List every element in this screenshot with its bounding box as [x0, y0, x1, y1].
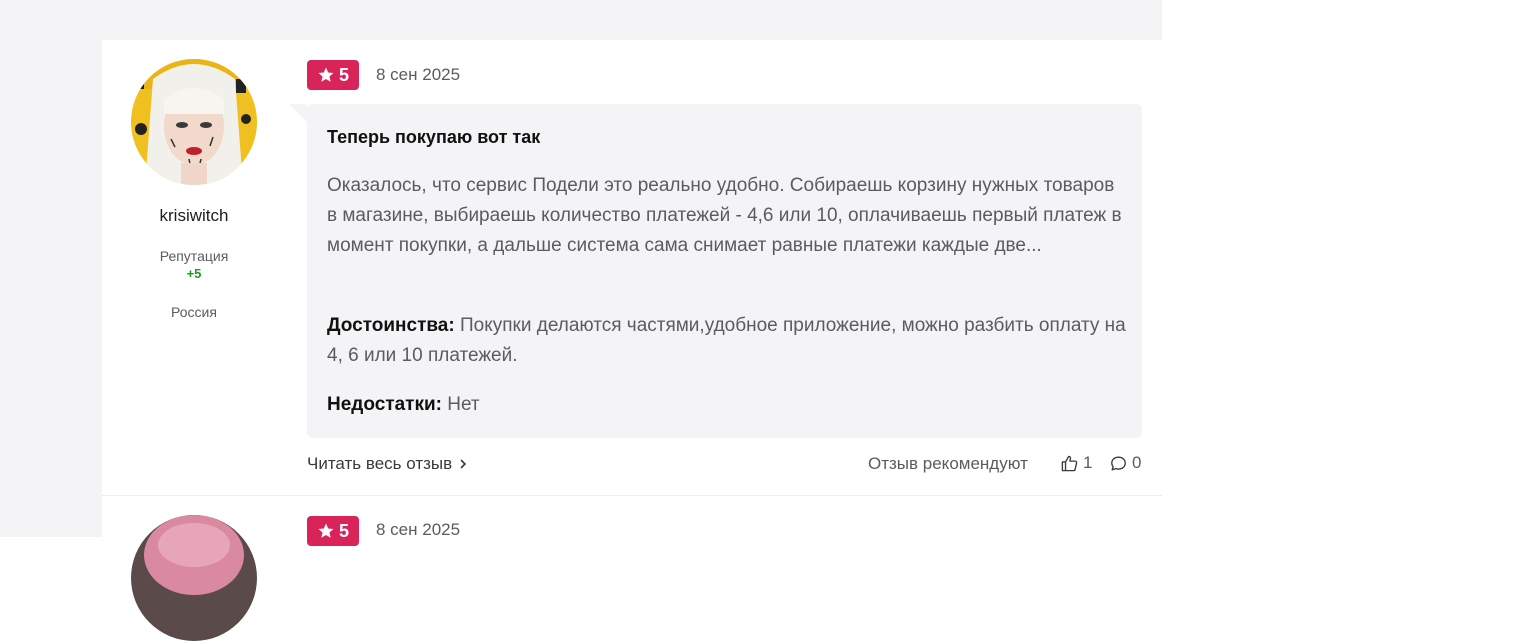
comments-button[interactable]: 0 [1109, 453, 1141, 473]
avatar[interactable] [131, 59, 257, 185]
rating-value: 5 [338, 64, 349, 85]
rating-badge: 5 [307, 60, 359, 90]
review-text: Оказалось, что сервис Подели это реально… [327, 175, 1122, 256]
author-name[interactable]: krisiwitch [102, 206, 286, 226]
review-date: 8 сен 2025 [376, 520, 461, 539]
review-title[interactable]: Теперь покупаю вот так [327, 127, 540, 148]
pros-label: Достоинства: [327, 315, 455, 336]
chevron-right-icon [460, 459, 467, 469]
avatar-image [131, 515, 257, 641]
bubble-tail [289, 104, 307, 122]
recommend-label: Отзыв рекомендуют [868, 454, 1028, 473]
thumbs-up-icon [1061, 455, 1078, 471]
like-button[interactable]: 1 [1060, 453, 1092, 473]
author-country: Россия [171, 304, 217, 320]
review-date: 8 сен 2025 [376, 65, 461, 84]
review-card [102, 496, 1162, 556]
star-icon [318, 523, 334, 538]
review-pros: Достоинства: Покупки делаются частями,уд… [327, 311, 1127, 371]
review-cons: Недостатки: Нет [327, 390, 1127, 420]
reputation-label: Репутация [159, 248, 229, 264]
comments-count: 0 [1132, 453, 1142, 472]
reputation-value: +5 [186, 266, 202, 281]
cons-text: Нет [447, 394, 480, 415]
cons-label: Недостатки: [327, 394, 442, 415]
rating-badge: 5 [307, 516, 359, 546]
rating-value: 5 [338, 520, 349, 541]
likes-count: 1 [1083, 453, 1093, 472]
review-bubble [307, 104, 1142, 438]
comment-icon [1111, 455, 1126, 471]
star-icon [318, 67, 334, 82]
read-more-label: Читать весь отзыв [307, 454, 453, 473]
read-full-review-link[interactable]: Читать весь отзыв [307, 454, 468, 474]
avatar[interactable] [131, 515, 257, 641]
avatar-image [131, 59, 257, 185]
